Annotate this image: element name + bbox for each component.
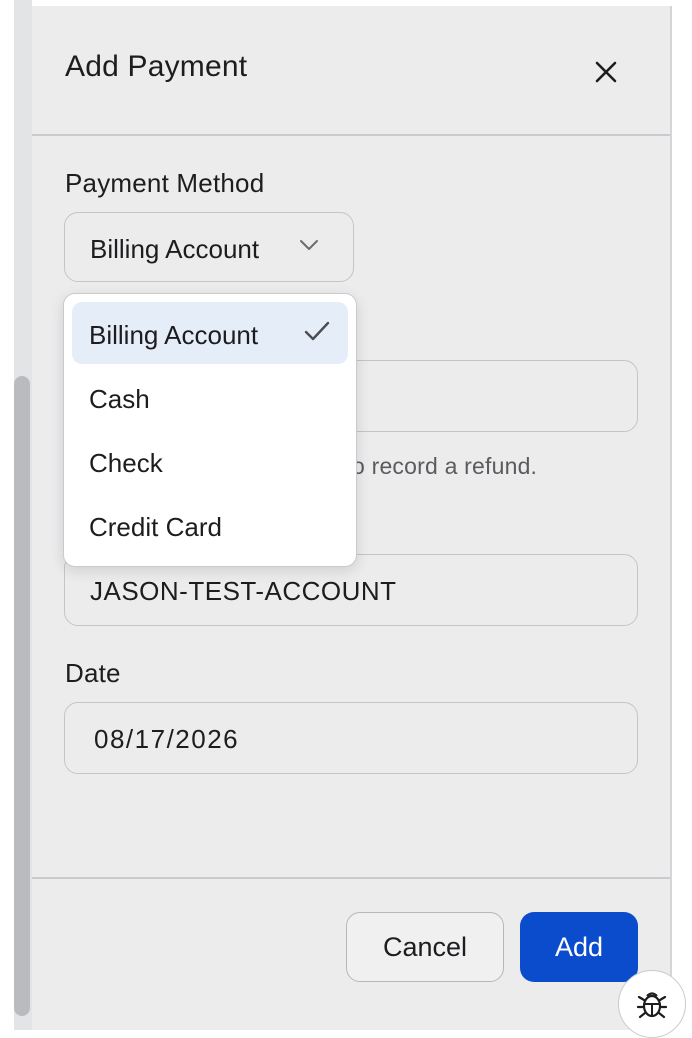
date-input[interactable]: 08/17/2026 (64, 702, 638, 774)
bug-icon (636, 992, 668, 1019)
option-label: Billing Account (89, 320, 259, 350)
payment-method-label: Payment Method (65, 168, 265, 198)
date-label: Date (65, 658, 121, 688)
payment-method-select[interactable]: Billing Account (64, 212, 354, 282)
dropdown-option-cash[interactable]: Cash (72, 366, 348, 428)
panel-title: Add Payment (65, 50, 248, 83)
payment-method-value: Billing Account (90, 234, 260, 264)
debug-button[interactable] (618, 970, 686, 1038)
option-label: Check (89, 448, 163, 478)
footer-divider (32, 877, 670, 879)
date-value: 08/17/2026 (94, 724, 240, 754)
dropdown-option-billing-account[interactable]: Billing Account (72, 302, 348, 364)
chevron-down-icon (300, 240, 318, 250)
add-button[interactable]: Add (520, 912, 638, 982)
close-icon (595, 61, 617, 83)
payment-method-dropdown: Billing Account Cash Check Credit Card (63, 293, 357, 567)
billing-account-value: JASON-TEST-ACCOUNT (90, 576, 397, 606)
option-label: Credit Card (89, 512, 222, 542)
scrollbar-thumb[interactable] (14, 376, 30, 1016)
panel-header: Add Payment (32, 6, 670, 136)
cancel-button[interactable]: Cancel (346, 912, 504, 982)
dropdown-option-check[interactable]: Check (72, 430, 348, 492)
amount-helper-text: o record a refund. (352, 453, 538, 479)
dropdown-option-credit-card[interactable]: Credit Card (72, 494, 348, 556)
check-icon (304, 321, 330, 341)
option-label: Cash (89, 384, 150, 414)
close-button[interactable] (586, 52, 626, 92)
